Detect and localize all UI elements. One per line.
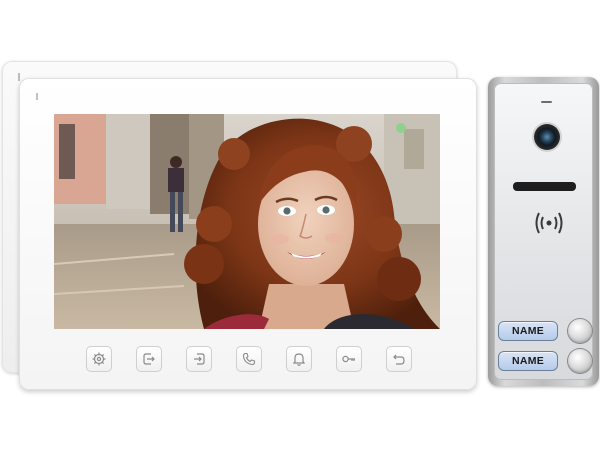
door-station: NAME NAME xyxy=(488,77,599,386)
monitor-control-bar xyxy=(86,346,416,372)
call-row-1: NAME xyxy=(498,318,593,344)
monitor-view-icon xyxy=(143,353,155,365)
back-icon xyxy=(393,354,405,365)
video-feed-image xyxy=(54,114,440,329)
door-station-face: NAME NAME xyxy=(494,83,593,380)
camera-switch-icon xyxy=(194,353,205,365)
talk-button[interactable] xyxy=(236,346,262,372)
indoor-monitor xyxy=(19,78,477,390)
name-plate: NAME xyxy=(498,321,558,341)
indicator-led xyxy=(18,73,20,81)
bell-icon xyxy=(292,353,306,366)
indicator-led xyxy=(36,93,38,100)
video-screen xyxy=(54,114,440,329)
key-icon xyxy=(342,355,355,363)
call-button-2[interactable] xyxy=(568,349,592,373)
name-plate: NAME xyxy=(498,351,558,371)
unlock-button[interactable] xyxy=(336,346,362,372)
microphone-icon xyxy=(541,101,552,103)
settings-icon xyxy=(92,352,106,366)
camera-switch-button[interactable] xyxy=(186,346,212,372)
settings-button[interactable] xyxy=(86,346,112,372)
bell-button[interactable] xyxy=(286,346,312,372)
call-button-1[interactable] xyxy=(568,319,592,343)
rfid-wave-icon xyxy=(535,212,563,234)
camera-lens-icon xyxy=(534,124,560,150)
speaker-grille xyxy=(513,182,576,191)
phone-handset-icon xyxy=(242,352,256,366)
call-row-2: NAME xyxy=(498,348,593,374)
monitor-view-button[interactable] xyxy=(136,346,162,372)
back-button[interactable] xyxy=(386,346,412,372)
